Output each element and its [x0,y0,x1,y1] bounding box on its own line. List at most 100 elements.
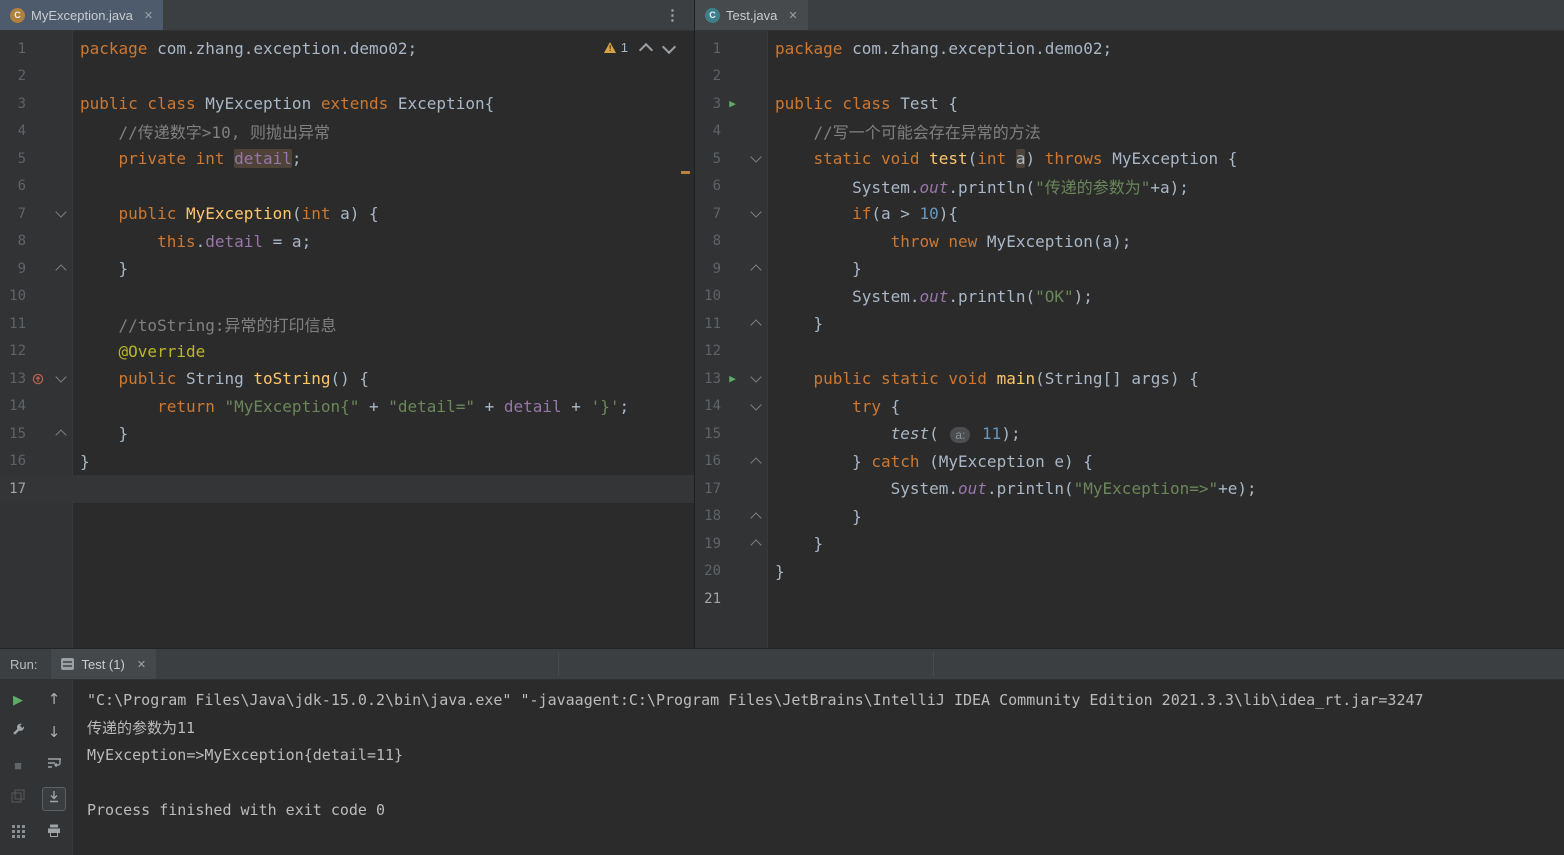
stop-button[interactable]: ■ [7,754,29,776]
code-line[interactable]: } catch (MyException e) { [767,452,1093,471]
gutter[interactable]: 18 [695,503,767,531]
fold-end-icon[interactable] [749,457,762,469]
gutter[interactable]: 16 [695,448,767,476]
gutter[interactable]: 20 [695,558,767,586]
gutter[interactable]: 10 [0,283,72,311]
fold-end-icon[interactable] [749,319,762,331]
code-line[interactable]: //toString:异常的打印信息 [72,312,337,336]
fold-end-icon[interactable] [749,512,762,524]
code-line[interactable]: } [767,507,862,526]
services-grid-button[interactable] [7,820,29,842]
next-problem-button[interactable] [661,39,677,54]
gutter[interactable]: 9 [695,255,767,283]
run-icon[interactable]: ▶ [729,98,736,109]
gutter[interactable]: 7 [695,200,767,228]
gutter[interactable]: 5 [0,145,72,173]
tab-options-icon[interactable]: ⋮ [651,0,694,30]
prev-problem-button[interactable] [638,42,654,58]
fold-end-icon[interactable] [54,264,67,276]
gutter[interactable]: 1 [695,35,767,63]
gutter[interactable]: 9 [0,255,72,283]
code-line[interactable]: public String toString() { [72,369,369,388]
gutter[interactable]: 19 [695,530,767,558]
gutter[interactable]: 14 [695,393,767,421]
code-line[interactable]: } [72,259,129,278]
fold-start-icon[interactable] [749,371,762,383]
code-line[interactable]: } [72,452,90,471]
close-run-tab-icon[interactable]: ✕ [137,658,146,671]
gutter[interactable]: 21 [695,585,767,613]
code-line[interactable]: //写一个可能会存在异常的方法 [767,119,1041,143]
fold-start-icon[interactable] [54,206,67,218]
code-line[interactable]: System.out.println("OK"); [767,287,1093,306]
close-tab-icon[interactable]: ✕ [144,9,153,22]
gutter[interactable]: 7 [0,200,72,228]
editor-test[interactable]: 1 package com.zhang.exception.demo02; 2 3 ▶ p… [695,31,1564,648]
gutter[interactable]: 11 [695,310,767,338]
scroll-to-end-toggle[interactable] [42,787,66,811]
code-line[interactable]: package com.zhang.exception.demo02; [767,39,1112,58]
fold-start-icon[interactable] [749,206,762,218]
gutter[interactable]: 3 [0,90,72,118]
gutter[interactable]: 14 [0,393,72,421]
gutter[interactable]: 8 [0,228,72,256]
gutter[interactable]: 12 [695,338,767,366]
gutter[interactable]: 13 ▶ [695,365,767,393]
code-line[interactable]: public static void main(String[] args) { [767,369,1199,388]
code-line[interactable]: } [767,534,824,553]
soft-wrap-toggle[interactable] [43,754,65,776]
fold-start-icon[interactable] [54,371,67,383]
code-line[interactable]: this.detail = a; [72,232,311,251]
tab-test-java[interactable]: Test.java ✕ [695,0,808,30]
tab-myexception-java[interactable]: MyException.java ✕ [0,0,164,30]
code-line[interactable]: test( a: 11); [767,424,1021,444]
code-line[interactable]: public MyException(int a) { [72,204,379,223]
code-line[interactable]: } [72,424,129,443]
gutter[interactable]: 1 [0,35,72,63]
gutter[interactable]: 8 [695,228,767,256]
editor-myexception[interactable]: 1 package com.zhang.exception.demo02; 2 3 pu… [0,31,694,648]
code-line[interactable]: System.out.println("传递的参数为"+a); [767,174,1189,198]
gutter[interactable]: 12 [0,338,72,366]
gutter[interactable]: 5 [695,145,767,173]
gutter[interactable]: 17 [0,475,72,503]
code-line[interactable]: package com.zhang.exception.demo02; [72,39,417,58]
code-line[interactable]: public class Test { [767,94,958,113]
gutter[interactable]: 3 ▶ [695,90,767,118]
code-line[interactable]: } [767,562,785,581]
code-line[interactable]: public class MyException extends Excepti… [72,94,494,113]
gutter[interactable]: 15 [695,420,767,448]
code-line[interactable]: if(a > 10){ [767,204,958,223]
fold-end-icon[interactable] [749,539,762,551]
gutter[interactable]: 2 [695,63,767,91]
code-line[interactable]: static void test(int a) throws MyExcepti… [767,149,1237,169]
code-line[interactable]: } [767,259,862,278]
gutter[interactable]: 2 [0,63,72,91]
fold-end-icon[interactable] [54,429,67,441]
code-line[interactable]: return "MyException{" + "detail=" + deta… [72,397,629,416]
fold-end-icon[interactable] [749,264,762,276]
gutter[interactable]: 13 [0,365,72,393]
restore-layout-button[interactable] [7,787,29,809]
next-occurrence-button[interactable]: ↓ [43,721,65,743]
code-line[interactable]: //传递数字>10, 则抛出异常 [72,119,330,143]
gutter[interactable]: 15 [0,420,72,448]
fold-start-icon[interactable] [749,151,762,163]
rerun-button[interactable]: ▶ [7,688,29,710]
settings-button[interactable] [7,721,29,743]
prev-occurrence-button[interactable]: ↑ [43,688,65,710]
code-line[interactable]: private int detail; [72,149,302,169]
run-tab-test-1[interactable]: Test (1) ✕ [51,649,157,679]
override-method-icon[interactable] [32,373,44,385]
console-output[interactable]: "C:\Program Files\Java\jdk-15.0.2\bin\ja… [73,680,1564,855]
run-icon[interactable]: ▶ [729,373,736,384]
gutter[interactable]: 6 [0,173,72,201]
gutter[interactable]: 6 [695,173,767,201]
code-line[interactable]: @Override [72,342,206,361]
warnings-indicator[interactable]: ! 1 [603,40,628,55]
code-line[interactable]: } [767,314,824,333]
warning-stripe-mark[interactable] [681,171,690,174]
gutter[interactable]: 10 [695,283,767,311]
gutter[interactable]: 11 [0,310,72,338]
fold-start-icon[interactable] [749,399,762,411]
